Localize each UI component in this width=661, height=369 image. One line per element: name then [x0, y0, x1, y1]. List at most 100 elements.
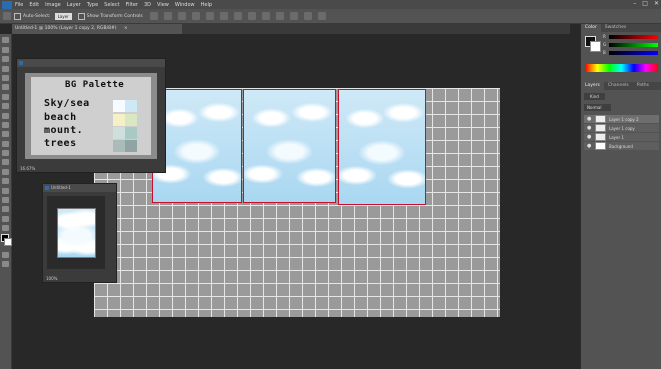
distribute-middle-icon[interactable] — [247, 12, 256, 20]
brush-tool-icon[interactable] — [2, 103, 9, 110]
green-slider[interactable]: G — [603, 42, 658, 47]
palette-label-trees: trees — [44, 138, 77, 149]
align-center-icon[interactable] — [205, 12, 214, 20]
healing-brush-tool-icon[interactable] — [2, 93, 9, 100]
blue-slider[interactable]: B — [603, 50, 658, 55]
sky-tile-2[interactable] — [243, 89, 336, 203]
palette-label-beach: beach — [44, 112, 77, 123]
align-right-icon[interactable] — [219, 12, 228, 20]
visibility-eye-icon[interactable]: ● — [587, 125, 592, 131]
layer-row[interactable]: ● Layer 1 — [584, 133, 659, 141]
layer-name[interactable]: Layer 1 copy 2 — [609, 117, 639, 122]
eraser-tool-icon[interactable] — [2, 131, 9, 138]
blend-mode-dropdown[interactable]: Normal — [584, 104, 612, 111]
menu-layer[interactable]: Layer — [67, 2, 81, 8]
quick-mask-icon[interactable] — [2, 251, 9, 258]
distribute-bottom-icon[interactable] — [261, 12, 270, 20]
align-middle-icon[interactable] — [163, 12, 172, 20]
align-left-icon[interactable] — [191, 12, 200, 20]
tab-layers[interactable]: Layers — [581, 82, 604, 90]
swatch-mount-2 — [125, 127, 137, 139]
preview-document-window[interactable]: Untitled-1 100% — [42, 183, 117, 283]
menu-view[interactable]: View — [157, 2, 169, 8]
menu-edit[interactable]: Edit — [29, 2, 39, 8]
pen-tool-icon[interactable] — [2, 168, 9, 175]
auto-align-icon[interactable] — [317, 12, 326, 20]
layer-name[interactable]: Background — [609, 144, 633, 149]
lasso-tool-icon[interactable] — [2, 56, 9, 63]
layer-filter-kind[interactable]: Kind — [584, 93, 605, 100]
background-color-swatch[interactable] — [4, 238, 12, 247]
tab-color[interactable]: Color — [581, 24, 601, 32]
red-slider[interactable]: R — [603, 34, 658, 39]
visibility-eye-icon[interactable]: ● — [587, 134, 592, 140]
menu-filter[interactable]: Filter — [126, 2, 138, 8]
screen-mode-icon[interactable] — [2, 260, 9, 267]
swatch-mount-1 — [113, 127, 125, 139]
move-tool-icon[interactable] — [3, 12, 11, 20]
auto-select-label: Auto-Select: — [23, 13, 51, 19]
preview-window-titlebar[interactable]: Untitled-1 — [43, 184, 116, 192]
tab-swatches[interactable]: Swatches — [601, 24, 631, 32]
menu-image[interactable]: Image — [45, 2, 61, 8]
zoom-tool-icon[interactable] — [2, 215, 9, 222]
move-tool-icon[interactable] — [2, 37, 9, 44]
eyedropper-tool-icon[interactable] — [2, 84, 9, 91]
type-tool-icon[interactable] — [2, 178, 9, 185]
menu-type[interactable]: Type — [87, 2, 98, 8]
palette-document-window[interactable]: BG Palette Sky/sea beach mount. trees 16… — [16, 58, 166, 173]
menu-select[interactable]: Select — [104, 2, 119, 8]
distribute-center-icon[interactable] — [289, 12, 298, 20]
tab-paths[interactable]: Paths — [633, 82, 653, 90]
layer-row[interactable]: ● Layer 1 copy — [584, 124, 659, 132]
auto-select-checkbox[interactable] — [14, 12, 21, 20]
crop-tool-icon[interactable] — [2, 74, 9, 81]
color-panel-bg-swatch[interactable] — [590, 41, 601, 52]
align-bottom-icon[interactable] — [177, 12, 186, 20]
menu-help[interactable]: Help — [201, 2, 212, 8]
layer-name[interactable]: Layer 1 — [609, 135, 624, 140]
maximize-button[interactable]: □ — [642, 0, 648, 7]
sky-tile-3[interactable] — [338, 89, 426, 205]
gradient-tool-icon[interactable] — [2, 140, 9, 147]
visibility-eye-icon[interactable]: ● — [587, 143, 592, 149]
auto-select-dropdown[interactable]: Layer — [54, 12, 72, 20]
palette-zoom-level: 16.67% — [20, 166, 36, 171]
palette-window-titlebar[interactable] — [17, 59, 165, 67]
tab-channels[interactable]: Channels — [604, 82, 633, 90]
document-icon — [45, 186, 49, 190]
document-tab[interactable]: Untitled-1 @ 100% (Layer 1 copy 2, RGB/8… — [12, 24, 182, 34]
menu-bar: File Edit Image Layer Type Select Filter… — [0, 0, 661, 9]
distribute-left-icon[interactable] — [275, 12, 284, 20]
blur-tool-icon[interactable] — [2, 150, 9, 157]
visibility-eye-icon[interactable]: ● — [587, 116, 592, 122]
minimize-button[interactable]: – — [633, 0, 636, 7]
path-select-tool-icon[interactable] — [2, 187, 9, 194]
close-button[interactable]: ✕ — [654, 0, 659, 7]
layer-thumbnail — [595, 133, 606, 141]
history-brush-tool-icon[interactable] — [2, 121, 9, 128]
palette-label-mount: mount. — [44, 125, 84, 136]
dodge-tool-icon[interactable] — [2, 159, 9, 166]
layer-row[interactable]: ● Layer 1 copy 2 — [584, 115, 659, 123]
layer-row[interactable]: ● Background — [584, 142, 659, 150]
color-spectrum-bar[interactable] — [585, 64, 658, 72]
show-transform-checkbox[interactable] — [77, 12, 85, 20]
show-transform-label: Show Transform Controls — [86, 13, 143, 19]
align-top-icon[interactable] — [149, 12, 158, 20]
marquee-tool-icon[interactable] — [2, 46, 9, 53]
more-tools-icon[interactable] — [2, 225, 9, 232]
distribute-right-icon[interactable] — [303, 12, 312, 20]
quick-select-tool-icon[interactable] — [2, 65, 9, 72]
shape-tool-icon[interactable] — [2, 197, 9, 204]
layer-name[interactable]: Layer 1 copy — [609, 126, 635, 131]
hand-tool-icon[interactable] — [2, 206, 9, 213]
menu-3d[interactable]: 3D — [144, 2, 151, 8]
close-tab-icon[interactable]: × — [124, 26, 128, 31]
clone-stamp-tool-icon[interactable] — [2, 112, 9, 119]
menu-file[interactable]: File — [15, 2, 23, 8]
layer-thumbnail — [595, 115, 606, 123]
distribute-top-icon[interactable] — [233, 12, 242, 20]
swatch-beach-1 — [113, 114, 125, 126]
menu-window[interactable]: Window — [175, 2, 195, 8]
